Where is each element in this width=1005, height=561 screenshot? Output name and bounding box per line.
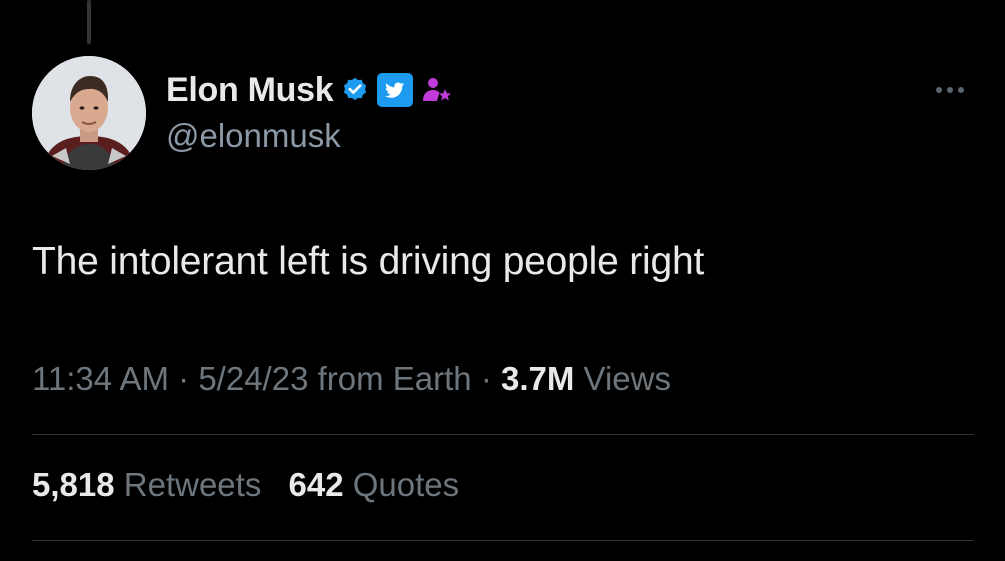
views-count[interactable]: 3.7M	[501, 360, 574, 397]
avatar[interactable]	[32, 56, 146, 170]
divider	[32, 434, 974, 435]
meta-separator: ·	[178, 360, 190, 397]
views-label[interactable]: Views	[584, 360, 671, 397]
display-name[interactable]: Elon Musk	[166, 71, 334, 110]
more-horizontal-icon-dot	[947, 87, 953, 93]
more-options-button[interactable]	[928, 76, 972, 104]
quotes-count: 642	[288, 466, 344, 503]
engagement-stats-row: 5,818 Retweets 642 Quotes	[32, 466, 477, 504]
tweet-text: The intolerant left is driving people ri…	[32, 240, 705, 283]
more-horizontal-icon-dot	[936, 87, 942, 93]
author-handle[interactable]: @elonmusk	[166, 117, 341, 155]
more-horizontal-icon-dot	[958, 87, 964, 93]
affiliate-person-star-icon	[421, 74, 453, 106]
verified-badge-icon	[341, 76, 369, 104]
author-name-row[interactable]: Elon Musk	[166, 68, 453, 112]
retweets-label: Retweets	[123, 466, 262, 503]
thread-connector-line	[87, 0, 91, 44]
twitter-logo-badge-icon[interactable]	[377, 73, 414, 107]
retweets-count: 5,818	[32, 466, 115, 503]
avatar-photo	[32, 56, 146, 170]
meta-separator: ·	[480, 360, 492, 397]
tweet-meta-row: 11:34 AM · 5/24/23 from Earth · 3.7M Vie…	[32, 360, 671, 398]
retweets-stat[interactable]: 5,818 Retweets	[32, 466, 271, 503]
tweet-time[interactable]: 11:34 AM	[32, 360, 169, 397]
quotes-label: Quotes	[352, 466, 460, 503]
tweet-date-source[interactable]: 5/24/23 from Earth	[198, 360, 471, 397]
divider	[32, 540, 974, 541]
quotes-stat[interactable]: 642 Quotes	[289, 466, 460, 503]
